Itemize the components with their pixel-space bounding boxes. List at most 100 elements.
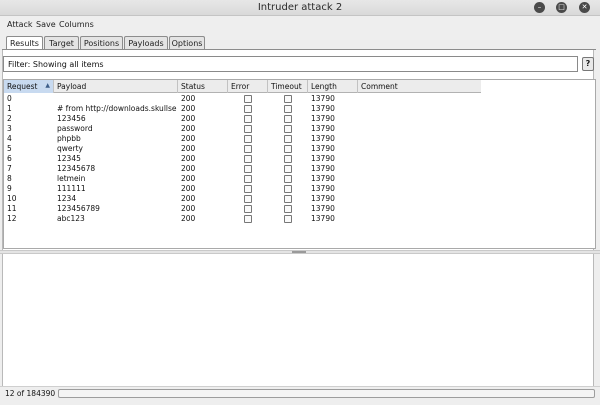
timeout-checkbox [284,175,292,183]
column-request-label: Request [7,82,38,91]
cell-payload: 1234 [57,194,77,203]
timeout-checkbox [284,125,292,133]
cell-status: 200 [181,154,196,163]
column-request[interactable]: Request ▲ [4,80,54,93]
table-row[interactable]: 12 abc123 200 13790 [4,214,481,224]
menu-bar: Attack Save Columns [0,17,600,31]
error-checkbox [244,195,252,203]
filter-bar[interactable]: Filter: Showing all items [3,56,578,72]
cell-status: 200 [181,94,196,103]
cell-status: 200 [181,134,196,143]
timeout-checkbox [284,195,292,203]
cell-request: 0 [7,94,12,103]
table-row[interactable]: 11 123456789 200 13790 [4,204,481,214]
error-checkbox [244,105,252,113]
tab-payloads[interactable]: Payloads [124,36,168,50]
cell-payload: 111111 [57,184,86,193]
column-comment[interactable]: Comment [358,80,481,93]
column-status[interactable]: Status [178,80,228,93]
table-row[interactable]: 8 letmein 200 13790 [4,174,481,184]
cell-length: 13790 [311,214,335,223]
minimize-icon[interactable]: – [534,2,545,13]
cell-payload: password [57,124,93,133]
cell-request: 4 [7,134,12,143]
cell-payload: 12345 [57,154,81,163]
error-checkbox [244,205,252,213]
menu-attack[interactable]: Attack [7,20,33,29]
tab-positions[interactable]: Positions [80,36,123,50]
cell-payload: 123456789 [57,204,100,213]
cell-payload: 12345678 [57,164,96,173]
error-checkbox [244,115,252,123]
column-error[interactable]: Error [228,80,268,93]
error-checkbox [244,155,252,163]
cell-length: 13790 [311,184,335,193]
menu-save[interactable]: Save [36,20,56,29]
progress-bar [58,389,595,398]
cell-payload [57,94,177,104]
close-icon[interactable]: ✕ [579,2,590,13]
table-row[interactable]: 5 qwerty 200 13790 [4,144,481,154]
timeout-checkbox [284,155,292,163]
cell-status: 200 [181,164,196,173]
timeout-checkbox [284,95,292,103]
cell-length: 13790 [311,204,335,213]
error-checkbox [244,215,252,223]
table-row[interactable]: 3 password 200 13790 [4,124,481,134]
error-checkbox [244,165,252,173]
results-table: Request ▲ Payload Status Error Timeout L… [3,79,596,249]
maximize-icon[interactable]: □ [556,2,567,13]
window-title: Intruder attack 2 [257,2,343,13]
timeout-checkbox [284,185,292,193]
cell-status: 200 [181,174,196,183]
timeout-checkbox [284,205,292,213]
table-row[interactable]: 7 12345678 200 13790 [4,164,481,174]
table-row[interactable]: 4 phpbb 200 13790 [4,134,481,144]
error-checkbox [244,185,252,193]
cell-request: 7 [7,164,12,173]
error-checkbox [244,145,252,153]
cell-request: 1 [7,104,12,113]
table-row[interactable]: 1 # from http://downloads.skullse... 200 13… [4,104,481,114]
cell-payload: # from http://downloads.skullse... [57,104,177,113]
tab-options[interactable]: Options [169,36,205,50]
timeout-checkbox [284,115,292,123]
cell-request: 3 [7,124,12,133]
column-length[interactable]: Length [308,80,358,93]
timeout-checkbox [284,105,292,113]
cell-length: 13790 [311,134,335,143]
tab-target[interactable]: Target [44,36,79,50]
cell-payload: phpbb [57,134,81,143]
request-count: 12 of 184390 [5,389,56,398]
cell-length: 13790 [311,194,335,203]
cell-length: 13790 [311,174,335,183]
error-checkbox [244,95,252,103]
cell-payload: letmein [57,174,86,183]
cell-status: 200 [181,194,196,203]
cell-request: 12 [7,214,17,223]
table-row[interactable]: 10 1234 200 13790 [4,194,481,204]
timeout-checkbox [284,215,292,223]
help-icon[interactable]: ? [582,57,594,71]
sort-ascending-icon: ▲ [45,82,50,89]
timeout-checkbox [284,165,292,173]
cell-request: 11 [7,204,17,213]
column-payload[interactable]: Payload [54,80,178,93]
menu-columns[interactable]: Columns [59,20,94,29]
timeout-checkbox [284,135,292,143]
cell-request: 8 [7,174,12,183]
table-row[interactable]: 2 123456 200 13790 [4,114,481,124]
cell-status: 200 [181,104,196,113]
table-row[interactable]: 9 111111 200 13790 [4,184,481,194]
cell-request: 6 [7,154,12,163]
cell-request: 9 [7,184,12,193]
cell-status: 200 [181,204,196,213]
cell-status: 200 [181,114,196,123]
cell-request: 5 [7,144,12,153]
cell-payload: 123456 [57,114,86,123]
column-timeout[interactable]: Timeout [268,80,308,93]
table-row[interactable]: 0 200 13790 [4,94,481,104]
cell-length: 13790 [311,164,335,173]
divider-grip-icon[interactable] [292,251,306,253]
table-row[interactable]: 6 12345 200 13790 [4,154,481,164]
